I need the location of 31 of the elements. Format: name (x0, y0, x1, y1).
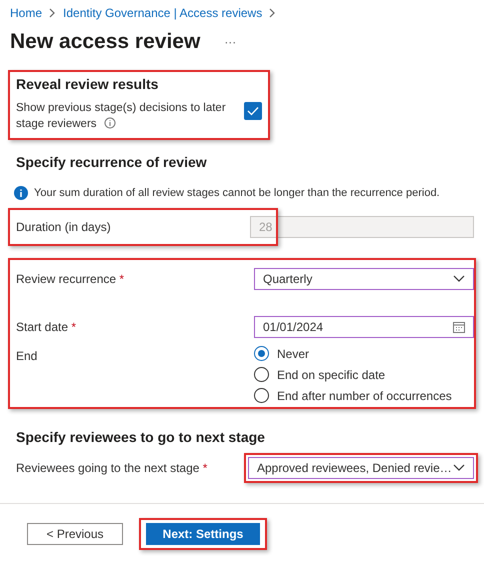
page-title: New access review (10, 30, 200, 54)
field-label: End (15, 349, 38, 363)
radio-option[interactable]: End on specific date (254, 367, 452, 382)
date-field[interactable]: 01/01/2024 (254, 316, 474, 338)
section-heading: Reveal review results (16, 76, 160, 92)
field-label: Start date * (15, 320, 78, 334)
radio-option[interactable]: Never (254, 346, 452, 361)
checkmark-icon (247, 106, 259, 116)
previous-button[interactable]: < Previous (27, 523, 123, 545)
checkbox[interactable] (244, 102, 262, 120)
section-heading: Specify recurrence of review (16, 154, 208, 170)
chevron-down-icon (453, 464, 465, 472)
radio-option[interactable]: End after number of occurrences (254, 388, 452, 403)
reviewees-dropdown[interactable]: Approved reviewees, Denied revie… (248, 457, 474, 479)
more-button[interactable]: ··· (220, 35, 240, 49)
chevron-right-icon (269, 8, 276, 18)
next-button[interactable]: Next: Settings (146, 523, 260, 545)
recurrence-dropdown[interactable]: Quarterly (254, 268, 474, 290)
field-label: Reviewees going to the next stage * (15, 461, 208, 475)
chevron-down-icon (453, 275, 465, 283)
checkbox-label: Show previous stage(s) decisions to later stage reviewers (16, 101, 227, 132)
info-icon (14, 186, 28, 200)
section-heading: Specify reviewees to go to next stage (16, 429, 266, 445)
field-label: Duration (in days) (15, 220, 112, 234)
info-icon (104, 117, 116, 129)
calendar-icon (453, 322, 465, 332)
breadcrumb-link[interactable]: Identity Governance | Access reviews (63, 6, 262, 20)
breadcrumb-link[interactable]: Home (10, 6, 42, 20)
field-label: Review recurrence * (15, 272, 126, 286)
info-message: Your sum duration of all review stages cannot be longer than the recurrence period. (34, 187, 440, 199)
chevron-right-icon (49, 8, 56, 18)
